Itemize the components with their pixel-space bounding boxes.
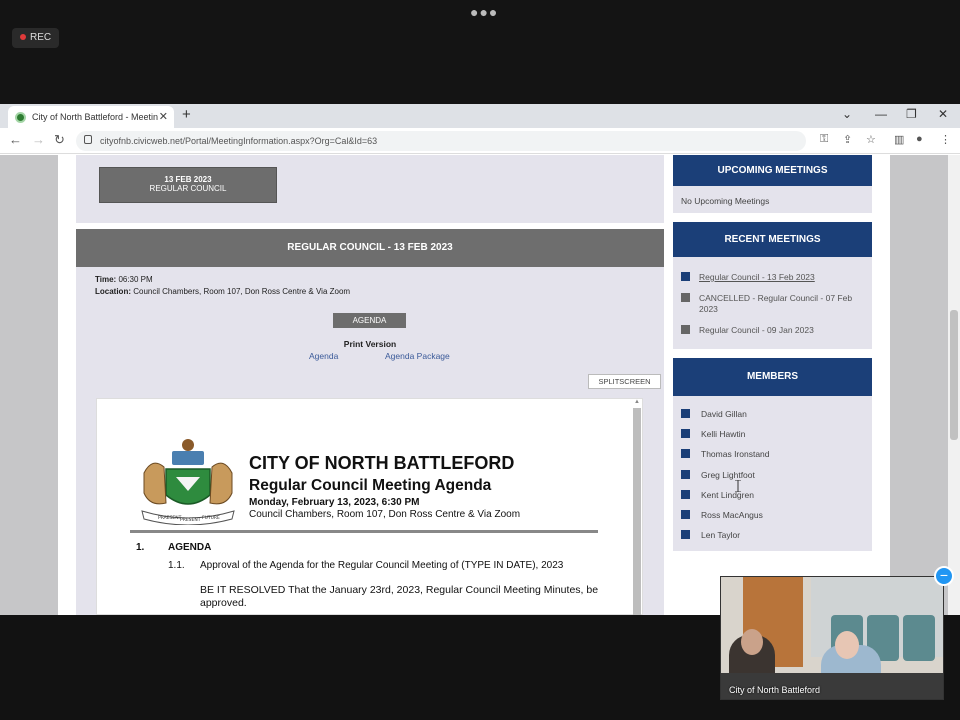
meeting-top-bar: ●●● REC [0,0,960,104]
member-name[interactable]: Ross MacAngus [701,510,763,520]
browser-menu-icon[interactable]: ⋮ [940,133,951,146]
url-text: cityofnb.civicweb.net/Portal/MeetingInfo… [100,136,378,146]
print-agenda-link[interactable]: Agenda [309,351,338,361]
video-chair [903,615,935,661]
pdf-item-number: 1.1. [168,560,185,571]
date-button-type: REGULAR COUNCIL [149,184,227,193]
svg-text:PRAESENT: PRAESENT [158,515,182,521]
tab-strip: City of North Battleford - Meetin ✕ + ⌄ … [0,104,960,128]
recording-label: REC [30,32,52,43]
reload-icon[interactable]: ↻ [54,132,65,148]
member-bullet-icon [681,469,690,479]
participant-name-label: City of North Battleford [729,685,821,695]
minimize-video-icon[interactable]: − [934,566,954,586]
browser-tab[interactable]: City of North Battleford - Meetin ✕ [8,106,174,128]
profile-avatar-icon[interactable]: ● [916,133,923,145]
member-bullet-icon [681,409,690,418]
meeting-time: 06:30 PM [118,275,153,284]
members-header: MEMBERS [673,358,872,396]
address-bar-row: ← → ↻ cityofnb.civicweb.net/Portal/Meeti… [0,128,960,154]
close-tab-icon[interactable]: ✕ [159,106,168,128]
svg-text:PRESENT: PRESENT [180,517,201,523]
key-icon[interactable]: ⚿ [820,133,828,146]
lock-icon[interactable] [84,135,92,144]
splitscreen-button[interactable]: SPLITSCREEN [588,374,661,389]
print-version-label: Print Version [343,339,397,349]
share-icon[interactable]: ⇪ [843,133,852,146]
tab-title: City of North Battleford - Meetin [32,112,159,122]
recording-badge: REC [12,28,60,48]
forward-icon[interactable]: → [32,132,45,147]
site-favicon-icon [15,112,26,123]
time-label: Time: [95,275,117,284]
member-name[interactable]: Kent Lindgren [701,490,754,500]
restore-icon[interactable]: ❐ [906,107,917,121]
recent-meetings-header: RECENT MEETINGS [673,222,872,257]
meeting-info: Time: 06:30 PM Location: Council Chamber… [95,274,350,298]
member-bullet-icon [681,429,690,439]
member-bullet-icon [681,489,690,499]
pdf-date: Monday, February 13, 2023, 6:30 PM [249,497,420,508]
pdf-resolution: BE IT RESOLVED That the January 23rd, 20… [200,584,599,609]
location-label: Location: [95,287,131,296]
recent-item-bullet-icon [681,293,690,302]
svg-text:FUTURE: FUTURE [202,515,220,521]
member-name[interactable]: David Gillan [701,409,747,419]
city-crest-logo: PRAESENT PRESENT FUTURE [141,439,235,525]
page-scroll-thumb[interactable] [950,310,958,440]
more-options-icon[interactable]: ●●● [470,4,498,20]
member-bullet-icon [681,530,690,540]
pdf-section-number: 1. [136,542,145,553]
pdf-subtitle: Regular Council Meeting Agenda [249,477,492,494]
recent-meeting-link[interactable]: Regular Council - 13 Feb 2023 [699,272,859,283]
browser-window: City of North Battleford - Meetin ✕ + ⌄ … [0,104,960,615]
participant-video-tile[interactable]: City of North Battleford [720,576,944,700]
recent-meeting-link[interactable]: CANCELLED - Regular Council - 07 Feb 202… [699,293,859,315]
member-name[interactable]: Thomas Ironstand [701,449,770,459]
close-window-icon[interactable]: ✕ [938,107,948,121]
pdf-divider [130,530,598,533]
member-bullet-icon [681,510,690,519]
new-tab-icon[interactable]: + [182,106,191,123]
page-viewport: 13 FEB 2023 REGULAR COUNCIL REGULAR COUN… [0,155,960,615]
meeting-header: REGULAR COUNCIL - 13 FEB 2023 [76,229,664,267]
date-button-date: 13 FEB 2023 [164,175,212,184]
video-person-head [835,631,859,659]
no-upcoming-text: No Upcoming Meetings [681,196,770,206]
bookmark-star-icon[interactable]: ☆ [866,133,876,146]
agenda-button[interactable]: AGENDA [333,313,406,328]
url-bar[interactable]: cityofnb.civicweb.net/Portal/MeetingInfo… [76,131,806,151]
video-person-head [741,629,763,655]
pdf-item-text: Approval of the Agenda for the Regular C… [200,560,564,571]
member-name[interactable]: Greg Lightfoot [701,470,755,480]
pdf-title: CITY OF NORTH BATTLEFORD [249,453,515,473]
upcoming-meetings-header: UPCOMING MEETINGS [673,155,872,186]
text-cursor-icon [735,480,741,492]
pdf-section-label: AGENDA [168,542,212,553]
pdf-scroll-up-icon[interactable]: ▲ [634,399,640,405]
back-icon[interactable]: ← [9,132,22,147]
meeting-location: Council Chambers, Room 107, Don Ross Cen… [133,287,351,296]
meeting-date-button[interactable]: 13 FEB 2023 REGULAR COUNCIL [99,167,277,203]
tab-search-icon[interactable]: ⌄ [842,107,852,121]
minimize-icon[interactable]: — [875,107,887,121]
member-name[interactable]: Kelli Hawtin [701,429,745,439]
recent-meeting-link[interactable]: Regular Council - 09 Jan 2023 [699,325,859,336]
recent-item-bullet-icon [681,272,690,281]
print-agenda-package-link[interactable]: Agenda Package [385,351,450,361]
side-panel-icon[interactable]: ▥ [894,133,904,146]
pdf-scrollbar[interactable] [633,408,641,615]
member-name[interactable]: Len Taylor [701,530,740,540]
record-dot-icon [20,34,26,41]
recent-item-bullet-icon [681,325,690,334]
member-bullet-icon [681,449,690,459]
pdf-location: Council Chambers, Room 107, Don Ross Cen… [249,509,521,520]
